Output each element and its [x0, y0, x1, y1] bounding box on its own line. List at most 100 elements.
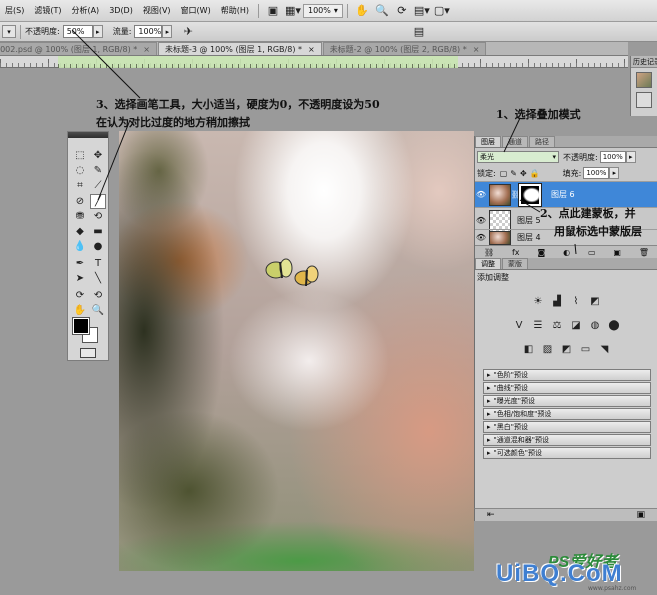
lock-options-icons[interactable]: ▢✎✥🔒 — [500, 169, 543, 178]
opacity-slider-toggle[interactable]: ▸ — [92, 25, 103, 38]
line-tool-icon[interactable]: ╲ — [90, 271, 106, 286]
eyedropper-tool-icon[interactable]: ⟋ — [90, 178, 106, 193]
rotate-view-icon[interactable]: ⟳ — [394, 3, 410, 19]
clone-stamp-tool-icon[interactable]: ⛃ — [72, 209, 88, 224]
tab-channels[interactable]: 通道 — [502, 136, 528, 147]
opacity-input[interactable]: 50% — [62, 25, 93, 38]
brush-panel-icon[interactable]: ▤ — [411, 24, 427, 40]
close-icon[interactable]: × — [143, 45, 150, 54]
pen-tool-icon[interactable]: ✒ — [72, 256, 88, 271]
flow-slider-toggle[interactable]: ▸ — [162, 25, 173, 38]
layer-name[interactable]: 图层 4 — [517, 232, 541, 243]
curves-icon[interactable]: ⌇ — [569, 294, 584, 309]
preset-channel-mixer[interactable]: ▸ "通道混和器"预设 — [483, 434, 651, 446]
bridge-icon[interactable]: ▣ — [265, 3, 281, 19]
document-canvas[interactable] — [119, 131, 474, 571]
new-layer-icon[interactable]: ▣ — [613, 248, 621, 257]
adjustment-layer-icon[interactable]: ◐ — [563, 248, 570, 257]
crop-tool-icon[interactable]: ⌗ — [72, 178, 88, 193]
3d-orbit-tool-icon[interactable]: ⟲ — [90, 288, 106, 303]
brightness-icon[interactable]: ☀ — [531, 294, 546, 309]
selective-color-icon[interactable]: ◥ — [597, 342, 612, 357]
exposure-icon[interactable]: ◩ — [588, 294, 603, 309]
layer-row-selected[interactable]: 👁 ⛓ 图层 6 — [475, 181, 657, 207]
zoom-tool-icon[interactable]: 🔍 — [90, 303, 106, 318]
preset-black-white[interactable]: ▸ "黑白"预设 — [483, 421, 651, 433]
layer-name[interactable]: 图层 5 — [517, 215, 541, 226]
threshold-icon[interactable]: ◩ — [559, 342, 574, 357]
menu-layer[interactable]: 层(S) — [0, 5, 29, 16]
add-mask-icon[interactable]: ◙ — [537, 248, 545, 257]
hand-tool-icon[interactable]: ✋ — [354, 3, 370, 19]
preset-selective-color[interactable]: ▸ "可选颜色"预设 — [483, 447, 651, 459]
layer-opacity-slider-toggle[interactable]: ▸ — [625, 151, 636, 163]
layer-name[interactable]: 图层 6 — [551, 189, 575, 200]
layer-opacity-input[interactable]: 100% — [599, 151, 626, 163]
path-select-tool-icon[interactable]: ➤ — [72, 271, 88, 286]
tab-layers[interactable]: 图层 — [475, 136, 501, 147]
quick-mask-icon[interactable] — [80, 348, 96, 358]
dodge-tool-icon[interactable]: ● — [90, 239, 106, 254]
vibrance-icon[interactable]: V — [512, 318, 527, 333]
preset-curves[interactable]: ▸ "曲线"预设 — [483, 382, 651, 394]
levels-icon[interactable]: ▟ — [550, 294, 565, 309]
zoom-level-select[interactable]: 100% ▾ — [302, 3, 343, 18]
fill-slider-toggle[interactable]: ▸ — [609, 167, 620, 179]
foreground-color-swatch[interactable] — [72, 317, 90, 335]
history-snapshot[interactable] — [636, 72, 652, 88]
blur-tool-icon[interactable]: 💧 — [72, 239, 88, 254]
zoom-tool-icon[interactable]: 🔍 — [374, 3, 390, 19]
layer-thumbnail[interactable] — [489, 230, 511, 245]
3d-rotate-tool-icon[interactable]: ⟳ — [72, 288, 88, 303]
menu-view[interactable]: 视图(V) — [138, 5, 176, 16]
close-icon[interactable]: × — [308, 45, 315, 54]
tab-paths[interactable]: 路径 — [529, 136, 555, 147]
hue-saturation-icon[interactable]: ☰ — [531, 318, 546, 333]
eye-icon[interactable]: 👁 — [475, 233, 487, 242]
return-to-list-icon[interactable]: ⇤ — [487, 510, 495, 520]
photo-filter-icon[interactable]: ◍ — [588, 318, 603, 333]
preset-hue-saturation[interactable]: ▸ "色相/饱和度"预设 — [483, 408, 651, 420]
healing-brush-tool-icon[interactable]: ⊘ — [72, 194, 88, 209]
close-icon[interactable]: × — [473, 45, 480, 54]
posterize-icon[interactable]: ▨ — [540, 342, 555, 357]
menu-analysis[interactable]: 分析(A) — [66, 5, 104, 16]
hand-tool-icon[interactable]: ✋ — [72, 303, 88, 318]
tab-adjustments[interactable]: 调整 — [475, 258, 501, 269]
menu-filter[interactable]: 滤镜(T) — [29, 5, 66, 16]
preset-exposure[interactable]: ▸ "曝光度"预设 — [483, 395, 651, 407]
clip-to-layer-icon[interactable]: ▣ — [636, 510, 645, 520]
black-white-icon[interactable]: ◪ — [569, 318, 584, 333]
chain-link-icon[interactable]: ⛓ — [511, 190, 521, 199]
link-layers-icon[interactable]: ⛓ — [484, 248, 494, 257]
flow-input[interactable]: 100% — [134, 25, 163, 38]
tab-document[interactable]: 未标题-3 @ 100% (图层 1, RGB/8) * × — [157, 42, 322, 55]
lasso-tool-icon[interactable]: ◌ — [72, 163, 88, 178]
brush-tool-icon[interactable]: ╱ — [90, 194, 106, 209]
eraser-tool-icon[interactable]: ◆ — [72, 224, 88, 239]
menu-window[interactable]: 窗口(W) — [176, 5, 216, 16]
tools-panel-header[interactable] — [68, 132, 108, 138]
preset-levels[interactable]: ▸ "色阶"预设 — [483, 369, 651, 381]
history-state-icon[interactable] — [636, 92, 652, 108]
screen-mode-icon[interactable]: ▢▾ — [434, 3, 450, 19]
new-group-icon[interactable]: ▭ — [588, 248, 596, 257]
history-panel-title[interactable]: 历史记录 — [631, 56, 657, 68]
layer-mask-thumbnail[interactable] — [518, 182, 542, 207]
eye-icon[interactable]: 👁 — [475, 190, 487, 199]
layer-thumbnail[interactable] — [489, 183, 511, 206]
fill-input[interactable]: 100% — [583, 167, 610, 179]
type-tool-icon[interactable]: T — [90, 256, 106, 271]
blend-mode-select[interactable]: 柔光 ▾ — [477, 151, 559, 163]
layer-style-icon[interactable]: fx — [512, 248, 520, 257]
marquee-tool-icon[interactable]: ⬚ — [72, 148, 88, 163]
extras-icon[interactable]: ▦▾ — [285, 3, 301, 19]
menu-help[interactable]: 帮助(H) — [216, 5, 254, 16]
gradient-map-icon[interactable]: ▭ — [578, 342, 593, 357]
tab-document[interactable]: 未标题-2 @ 100% (图层 2, RGB/8) * × — [322, 42, 487, 55]
channel-mixer-icon[interactable]: ⬤ — [607, 318, 622, 333]
invert-icon[interactable]: ◧ — [521, 342, 536, 357]
tab-masks[interactable]: 蒙版 — [502, 258, 528, 269]
color-balance-icon[interactable]: ⚖ — [550, 318, 565, 333]
move-tool-icon[interactable]: ✥ — [90, 148, 106, 163]
